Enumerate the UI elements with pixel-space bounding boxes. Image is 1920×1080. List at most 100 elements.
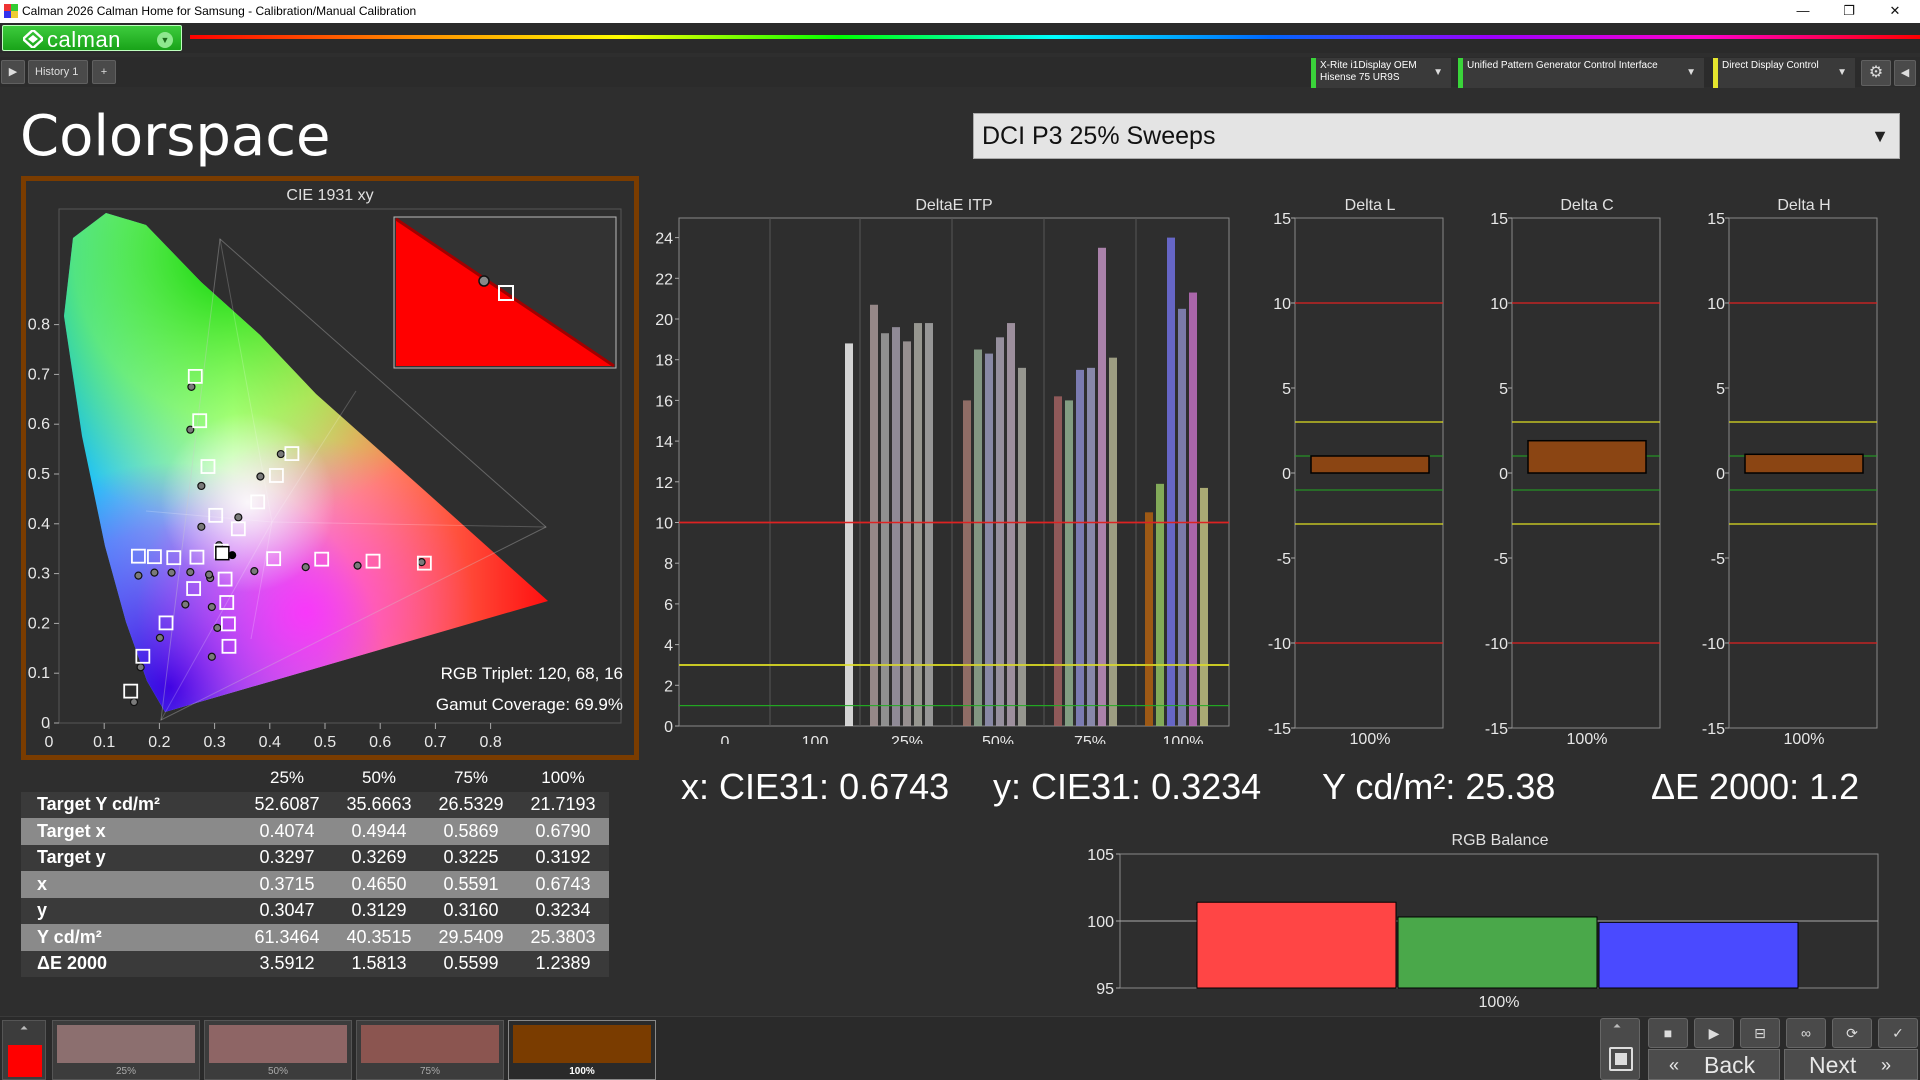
chevron-up-icon[interactable]: ⏶ xyxy=(16,1023,32,1035)
cie-y-tick: 0.4 xyxy=(28,516,50,533)
delta-chart: 15 10 5 0 -5 -10 -15 100% xyxy=(1485,211,1661,748)
itp-bar xyxy=(1087,367,1095,726)
chevron-down-icon: ▼ xyxy=(1837,67,1847,78)
back-arrow-icon: « xyxy=(1669,1055,1680,1075)
gear-icon[interactable]: ⚙ xyxy=(1861,60,1891,86)
cie-y-tick: 0.2 xyxy=(28,615,50,632)
itp-y-tick: 12 xyxy=(655,475,673,492)
table-row-label: Target x xyxy=(21,818,241,845)
stop-measure-button[interactable]: ■ xyxy=(1648,1018,1688,1048)
cie-measured-point xyxy=(301,563,310,572)
itp-bar xyxy=(1076,369,1084,726)
cie-y-tick: 0.7 xyxy=(28,366,50,383)
back-button[interactable]: « Back xyxy=(1648,1049,1780,1080)
table-cell: 26.5329 xyxy=(425,791,517,818)
table-header-cell: 75% xyxy=(425,765,517,792)
cie-x-tick: 0.5 xyxy=(314,734,336,751)
cie-x-tick: 0.2 xyxy=(148,734,170,751)
table-cell: 35.6663 xyxy=(333,791,425,818)
itp-bar xyxy=(963,400,971,726)
itp-bar xyxy=(1054,396,1062,726)
minimize-icon[interactable]: — xyxy=(1780,0,1826,23)
patch-swatch[interactable]: 100% xyxy=(508,1020,656,1080)
cie-measured-point xyxy=(417,558,426,567)
display-control-selector[interactable]: Direct Display Control ▼ xyxy=(1713,58,1855,88)
delta-y-tick: 15 xyxy=(1707,211,1725,228)
calman-logo-menu[interactable]: calman ▼ xyxy=(2,25,182,52)
cie-measured-point xyxy=(187,382,196,391)
brand-bar: calman ▼ xyxy=(0,23,1920,53)
tab-history-1[interactable]: History 1 xyxy=(28,60,88,84)
logo-text: calman xyxy=(47,27,121,52)
itp-y-tick: 2 xyxy=(664,678,673,695)
readout-y: y: CIE31: 0.3234 xyxy=(993,766,1262,807)
gamut-coverage: Gamut Coverage: 69.9% xyxy=(436,695,623,714)
maximize-icon[interactable]: ❐ xyxy=(1826,0,1872,23)
white-target-point xyxy=(215,545,230,561)
workflow-selected: DCI P3 25% Sweeps xyxy=(982,122,1216,150)
table-row: Target x 0.4074 0.4944 0.5869 0.6790 xyxy=(21,818,609,845)
itp-bar xyxy=(1189,292,1197,726)
next-button[interactable]: Next » xyxy=(1784,1049,1918,1080)
play-measure-button[interactable]: ▶ xyxy=(1694,1018,1734,1048)
patch-swatch[interactable]: 75% xyxy=(356,1020,504,1080)
meter-selector[interactable]: X-Rite i1Display OEM Hisense 75 UR9S ▼ xyxy=(1311,58,1451,88)
table-header-row: 25% 50% 75% 100% xyxy=(21,765,609,792)
refresh-icon[interactable]: ⟳ xyxy=(1832,1018,1872,1048)
delta-y-tick: 5 xyxy=(1499,381,1508,398)
close-icon[interactable]: ✕ xyxy=(1872,0,1918,23)
table-cell: 0.3160 xyxy=(425,897,517,924)
next-label: Next xyxy=(1809,1052,1857,1078)
rgb-bar-g xyxy=(1397,916,1598,989)
table-cell: 0.3234 xyxy=(517,897,609,924)
patch-color xyxy=(361,1025,499,1063)
display-name: Hisense 75 UR9S xyxy=(1320,72,1400,83)
patch-color xyxy=(209,1025,347,1063)
cie-chart: 0 0.1 0.2 0.3 0.4 0.5 0.6 0.7 0.8 0 0.1 0.2 0.3 0.4 0.… xyxy=(28,208,623,751)
cie-measured-point xyxy=(167,568,176,577)
cie-measured-point xyxy=(134,571,143,580)
pattern-generator-selector[interactable]: Unified Pattern Generator Control Interf… xyxy=(1458,58,1704,88)
cie-measured-point xyxy=(197,522,206,531)
patch-color xyxy=(513,1025,651,1063)
deltae-itp-chart: 0246810121416182022240 100 25% 50% 75% 100% xyxy=(655,217,1230,744)
record-button[interactable]: ⊟ xyxy=(1740,1018,1780,1048)
patch-swatch[interactable]: 25% xyxy=(52,1020,200,1080)
loop-icon[interactable]: ∞ xyxy=(1786,1018,1826,1048)
table-header-cell: 50% xyxy=(333,765,425,792)
itp-bar xyxy=(985,353,993,726)
cie-y-tick: 0.6 xyxy=(28,416,50,433)
white-measured-point xyxy=(228,551,237,560)
delta-y-tick: 0 xyxy=(1716,466,1725,483)
table-cell: 1.2389 xyxy=(517,950,609,977)
current-patch-panel: ⏶ xyxy=(2,1020,46,1080)
add-tab-button[interactable]: + xyxy=(92,60,116,84)
cie-measured-point xyxy=(207,602,216,612)
readout-x: x: CIE31: 0.6743 xyxy=(681,766,950,807)
itp-y-tick: 6 xyxy=(664,597,673,614)
zoom-measured-point xyxy=(478,275,490,287)
delta-y-tick: -5 xyxy=(1494,551,1508,568)
play-icon[interactable]: ▶ xyxy=(1,60,25,84)
stop-button-panel: ⏶ xyxy=(1600,1018,1640,1080)
cie-measured-point xyxy=(234,513,243,522)
delta-y-tick: -15 xyxy=(1485,721,1508,738)
cie-x-tick: 0 xyxy=(45,734,54,751)
cie-measured-point xyxy=(353,561,362,570)
chevron-up-icon[interactable]: ⏶ xyxy=(1613,1021,1621,1032)
readout-luminance: Y cd/m²: 25.38 xyxy=(1322,766,1556,807)
itp-y-tick: 22 xyxy=(655,271,673,288)
itp-x-label: 100 xyxy=(802,734,829,744)
patch-swatch[interactable]: 50% xyxy=(204,1020,352,1080)
cie-y-tick: 0 xyxy=(41,715,50,732)
cie-measured-point xyxy=(250,567,259,576)
cie-measured-point xyxy=(197,481,206,491)
check-icon[interactable]: ✓ xyxy=(1878,1018,1918,1048)
rgb-bar-r xyxy=(1196,901,1397,989)
stop-icon[interactable] xyxy=(1609,1047,1633,1071)
chevron-left-icon[interactable]: ◀ xyxy=(1894,60,1916,86)
app-icon xyxy=(4,4,18,18)
delta-bar xyxy=(1744,453,1864,474)
chevron-down-icon: ▼ xyxy=(157,32,173,48)
workflow-dropdown[interactable]: DCI P3 25% Sweeps ▼ xyxy=(973,113,1900,159)
